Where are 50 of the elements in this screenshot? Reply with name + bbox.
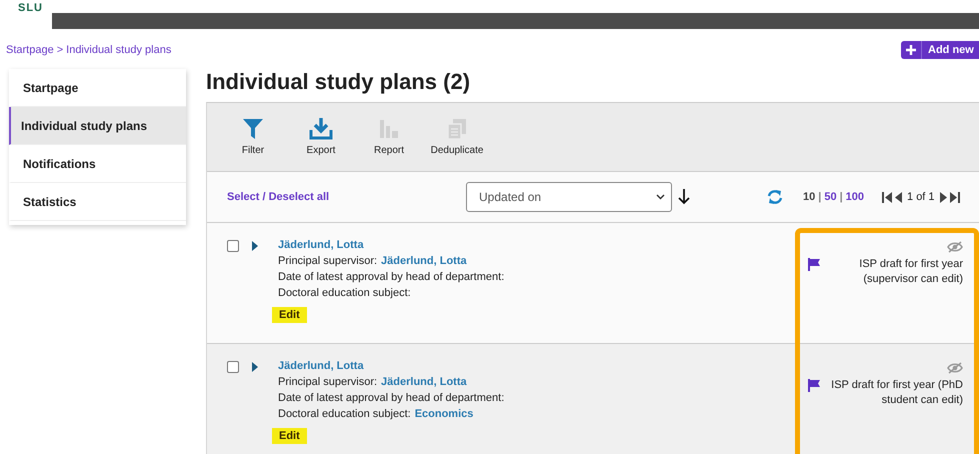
record-field: Date of latest approval by head of department: bbox=[278, 271, 793, 283]
breadcrumb-link[interactable]: Startpage bbox=[6, 44, 54, 56]
copy-icon bbox=[446, 118, 468, 140]
breadcrumb-separator: > bbox=[56, 44, 64, 56]
checkbox[interactable] bbox=[227, 240, 239, 252]
expand-icon[interactable] bbox=[252, 241, 258, 251]
student-name-link[interactable]: Jäderlund, Lotta bbox=[278, 360, 793, 372]
last-page-icon[interactable] bbox=[950, 192, 960, 202]
logo[interactable]: SLU bbox=[0, 0, 52, 29]
record-field: Doctoral education subject: bbox=[278, 287, 793, 299]
record-field: Principal supervisor: Jäderlund, Lotta bbox=[278, 376, 793, 388]
sidebar-item[interactable]: Notifications bbox=[9, 145, 186, 183]
first-page-icon[interactable] bbox=[882, 192, 892, 202]
record-field: Doctoral education subject: Economics bbox=[278, 408, 793, 420]
separator: | bbox=[818, 191, 822, 203]
breadcrumb-link[interactable]: Individual study plans bbox=[66, 44, 172, 56]
eye-slash-icon[interactable] bbox=[947, 241, 963, 253]
record-field: Principal supervisor: Jäderlund, Lotta bbox=[278, 255, 793, 267]
toolbar-button[interactable]: Filter bbox=[219, 103, 287, 156]
toolbar-button[interactable]: Export bbox=[287, 103, 355, 156]
plus-icon bbox=[906, 45, 916, 55]
flag-icon bbox=[808, 258, 820, 271]
download-icon bbox=[309, 118, 333, 140]
flag-icon bbox=[808, 379, 820, 392]
funnel-icon bbox=[242, 118, 264, 140]
add-new-button[interactable]: Add new bbox=[901, 41, 979, 59]
arrow-down-icon[interactable] bbox=[678, 189, 690, 205]
status-text: ISP draft for first year (PhD student can edit) bbox=[830, 378, 963, 408]
student-name-link[interactable]: Jäderlund, Lotta bbox=[278, 239, 793, 251]
sidebar-item[interactable]: Statistics bbox=[9, 183, 186, 221]
chevron-down-icon bbox=[656, 194, 665, 200]
edit-link[interactable]: Edit bbox=[272, 428, 307, 444]
sort-dropdown[interactable]: Updated on bbox=[466, 182, 672, 212]
page-title: Individual study plans (2) bbox=[206, 69, 472, 96]
edit-link[interactable]: Edit bbox=[272, 307, 307, 323]
checkbox[interactable] bbox=[227, 361, 239, 373]
bar-chart-icon bbox=[378, 118, 400, 140]
select-deselect-all-link[interactable]: Select / Deselect all bbox=[227, 191, 466, 203]
expand-icon[interactable] bbox=[252, 362, 258, 372]
record-field: Date of latest approval by head of department: bbox=[278, 392, 793, 404]
page-size-link[interactable]: 100 bbox=[846, 191, 864, 203]
next-page-icon[interactable] bbox=[940, 192, 947, 202]
status-text: ISP draft for first year (supervisor can edit) bbox=[858, 257, 963, 287]
sidebar-item[interactable]: Individual study plans bbox=[9, 107, 186, 145]
page-indicator: 1 of 1 bbox=[907, 191, 935, 203]
previous-page-icon[interactable] bbox=[895, 192, 902, 202]
separator: | bbox=[840, 191, 843, 203]
page-size-link[interactable]: 50 bbox=[824, 191, 837, 203]
refresh-icon[interactable] bbox=[767, 189, 783, 205]
page-size-link[interactable]: 10 bbox=[803, 191, 816, 203]
